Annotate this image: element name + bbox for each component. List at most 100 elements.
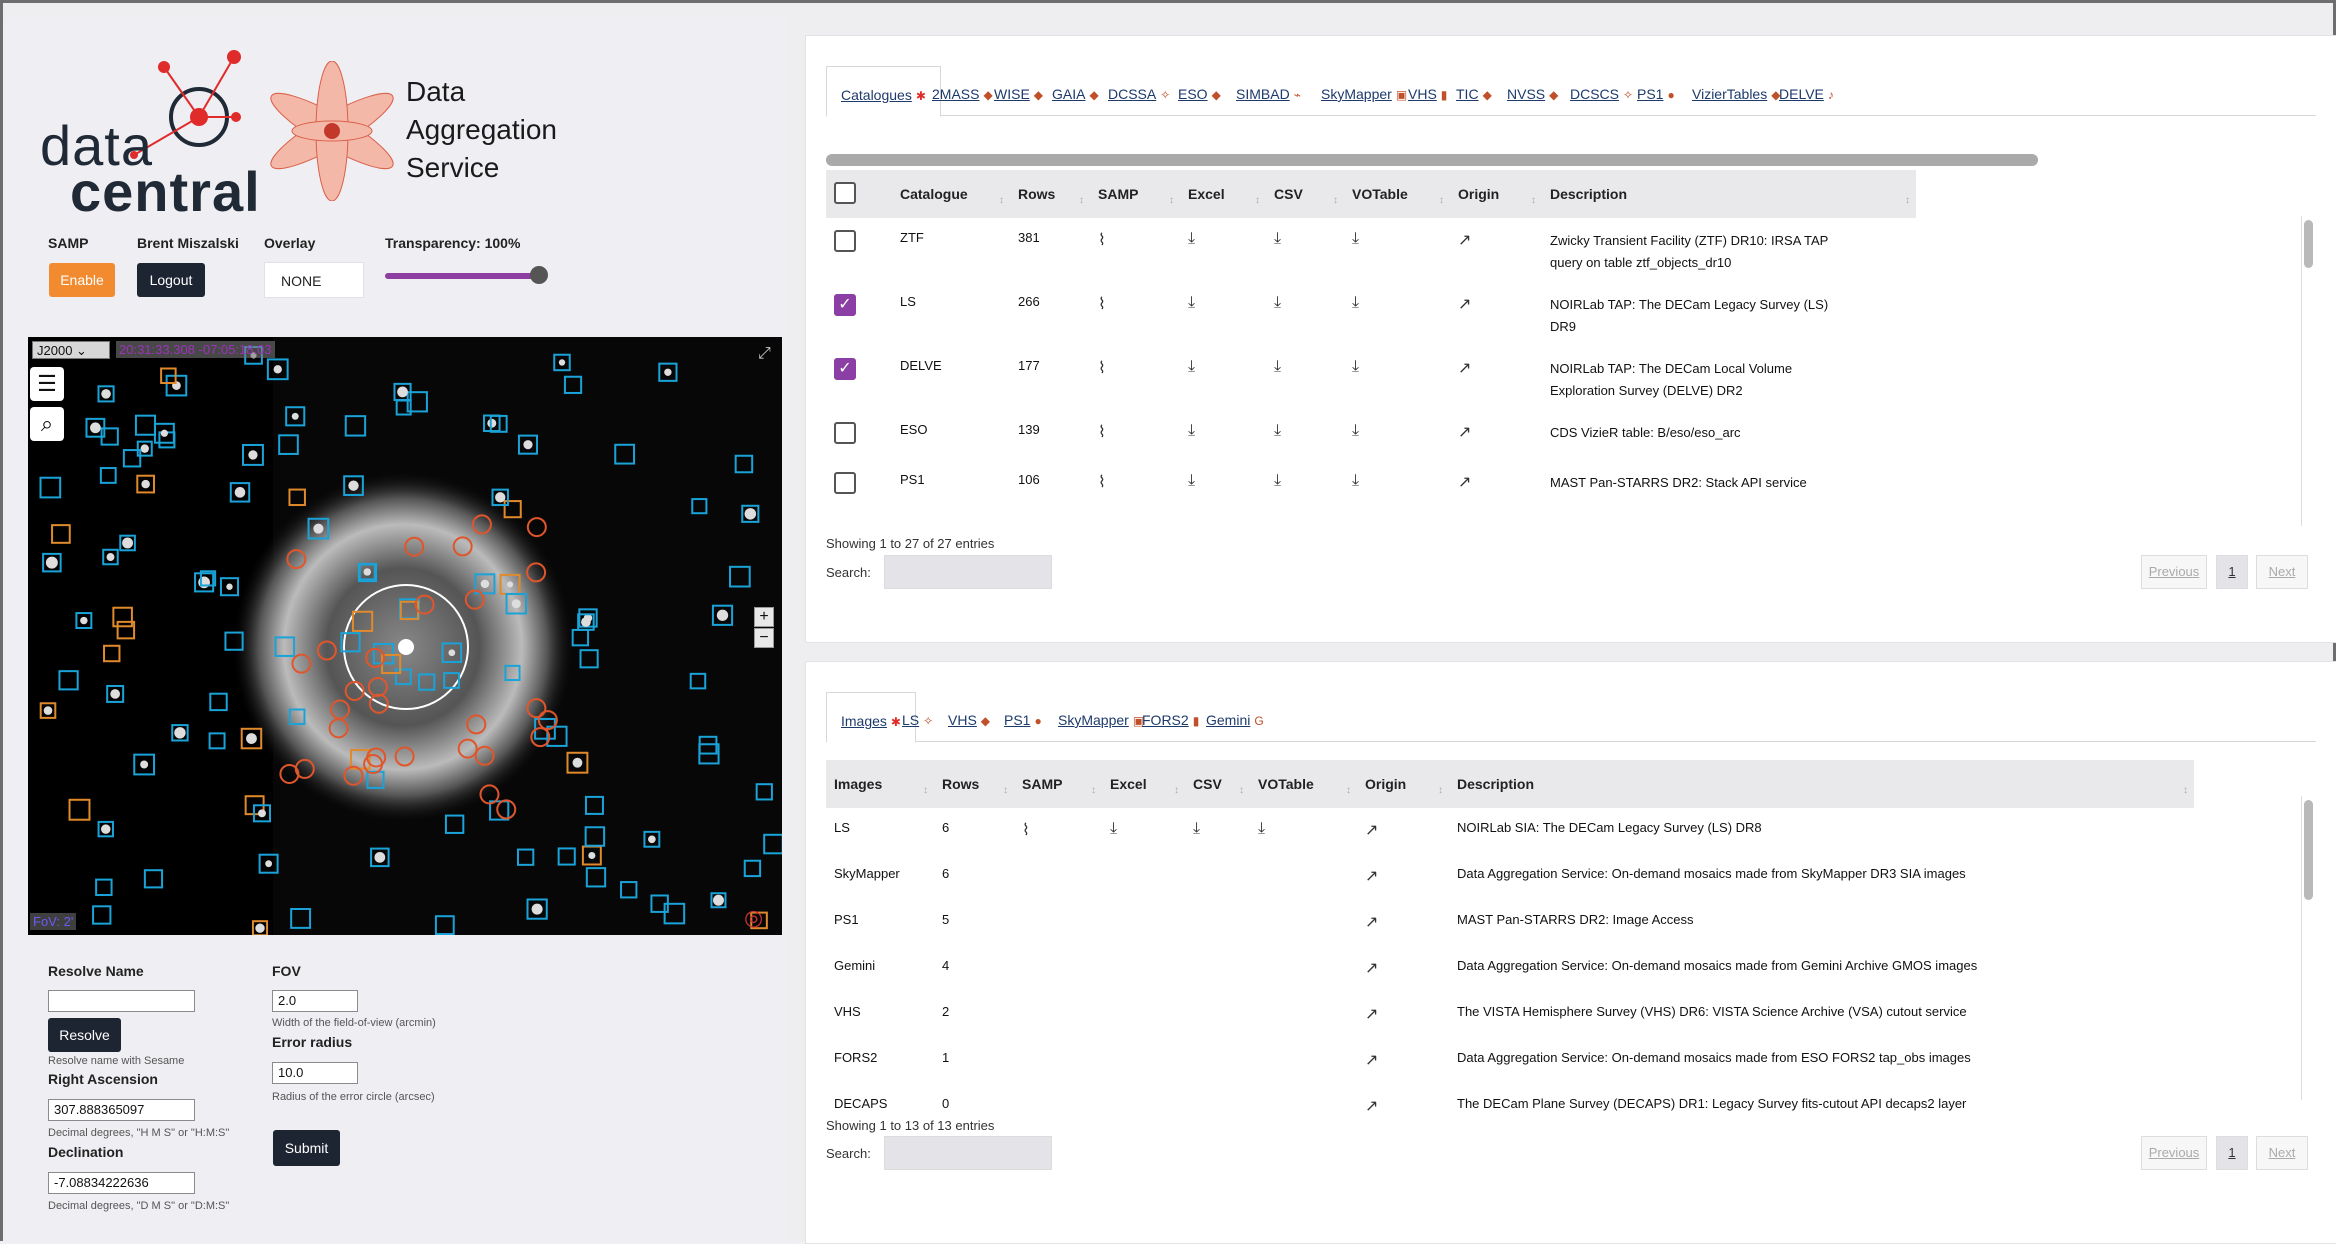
table-row[interactable]: PS1 5 ↗ MAST Pan-STARRS DR2: Image Access (826, 900, 2194, 946)
sky-viewer[interactable]: J2000 ⌄ 20:31:33.308 -07:05:18.03 ☰ ⌕ ⤢ … (28, 337, 782, 935)
csv-download-icon[interactable]: ⤓ (1274, 294, 1281, 312)
tab-ps1[interactable]: PS1 ● (1004, 712, 1042, 728)
table-row[interactable]: FORS2 1 ↗ Data Aggregation Service: On-dema… (826, 1038, 2194, 1084)
table-row[interactable]: LS 6 ⌇ ⤓ ⤓ ⤓ ↗ NOIRLab SIA: The DECam Legacy Su… (826, 808, 2194, 854)
samp-broadcast-icon[interactable]: ⌇ (1098, 230, 1106, 250)
vertical-scrollbar[interactable] (2301, 216, 2313, 526)
col-catalogue[interactable]: Catalogue ↕ (892, 170, 1010, 218)
samp-broadcast-icon[interactable]: ⌇ (1098, 294, 1106, 314)
submit-button[interactable]: Submit (273, 1130, 340, 1166)
tab-skymapper[interactable]: SkyMapper ▣ (1321, 86, 1407, 102)
excel-download-icon[interactable]: ⤓ (1110, 820, 1117, 838)
page-1-button[interactable]: 1 (2216, 555, 2248, 589)
overlay-select[interactable]: NONE (264, 262, 364, 298)
excel-download-icon[interactable]: ⤓ (1188, 422, 1195, 440)
dec-input[interactable]: -7.08834222636 (48, 1172, 195, 1194)
table-row[interactable]: ✓ DELVE 177 ⌇ ⤓ ⤓ ⤓ ↗ NOIRLab TAP: The DECam Loc… (826, 346, 1916, 410)
ra-input[interactable]: 307.888365097 (48, 1099, 195, 1121)
samp-broadcast-icon[interactable]: ⌇ (1098, 358, 1106, 378)
table-row[interactable]: SkyMapper 6 ↗ Data Aggregation Service: On-… (826, 854, 2194, 900)
coord-frame-select[interactable]: J2000 ⌄ (32, 341, 110, 359)
samp-broadcast-icon[interactable]: ⌇ (1098, 472, 1106, 492)
csv-download-icon[interactable]: ⤓ (1274, 472, 1281, 490)
tab-viziertables[interactable]: VizierTables ◆ (1692, 86, 1780, 102)
external-link-icon[interactable]: ↗ (1458, 230, 1471, 250)
col-description[interactable]: Description ↕ (1449, 760, 2194, 808)
layers-icon[interactable]: ☰ (30, 367, 64, 401)
votable-download-icon[interactable]: ⤓ (1258, 820, 1265, 838)
votable-download-icon[interactable]: ⤓ (1352, 230, 1359, 248)
table-row[interactable]: ESO 139 ⌇ ⤓ ⤓ ⤓ ↗ CDS VizieR table: B/eso/eso_a… (826, 410, 1916, 460)
col-origin[interactable]: Origin ↕ (1357, 760, 1449, 808)
col-excel[interactable]: Excel ↕ (1180, 170, 1266, 218)
fullscreen-icon[interactable]: ⤢ (758, 345, 771, 363)
zoom-out-button[interactable]: − (754, 628, 774, 648)
tab-eso[interactable]: ESO ◆ (1178, 86, 1221, 102)
tab-dcscs[interactable]: DCSCS ✧ (1570, 86, 1633, 102)
table-row[interactable]: DECAPS 0 ↗ The DECam Plane Survey (DECAPS) … (826, 1084, 2194, 1130)
tab-nvss[interactable]: NVSS ◆ (1507, 86, 1558, 102)
sky-image[interactable] (28, 337, 782, 935)
csv-download-icon[interactable]: ⤓ (1274, 230, 1281, 248)
scrollbar-thumb[interactable] (2304, 220, 2313, 268)
col-csv[interactable]: CSV ↕ (1185, 760, 1250, 808)
csv-download-icon[interactable]: ⤓ (1193, 820, 1200, 838)
col-description[interactable]: Description ↕ (1542, 170, 1916, 218)
fov-input[interactable]: 2.0 (272, 990, 358, 1012)
votable-download-icon[interactable]: ⤓ (1352, 472, 1359, 490)
table-row[interactable]: Gemini 4 ↗ Data Aggregation Service: On-dem… (826, 946, 2194, 992)
col-csv[interactable]: CSV ↕ (1266, 170, 1344, 218)
tab-catalogues[interactable]: Catalogues ✱ (826, 66, 941, 117)
tab-fors2[interactable]: FORS2 ▮ (1142, 712, 1199, 728)
col-origin[interactable]: Origin ↕ (1450, 170, 1542, 218)
tab-2mass[interactable]: 2MASS ◆ (932, 86, 993, 102)
tab-simbad[interactable]: SIMBAD ⌁ (1236, 86, 1301, 102)
next-button[interactable]: Next (2256, 1136, 2308, 1170)
table-row[interactable]: ✓ LS 266 ⌇ ⤓ ⤓ ⤓ ↗ NOIRLab TAP: The DECam Legacy… (826, 282, 1916, 346)
tab-wise[interactable]: WISE ◆ (994, 86, 1043, 102)
table-row[interactable]: ZTF 381 ⌇ ⤓ ⤓ ⤓ ↗ Zwicky Transient Facility (ZT… (826, 218, 1916, 282)
row-checkbox[interactable] (834, 472, 856, 494)
excel-download-icon[interactable]: ⤓ (1188, 358, 1195, 376)
row-checkbox[interactable]: ✓ (834, 294, 856, 316)
col-rows[interactable]: Rows ↕ (934, 760, 1014, 808)
previous-button[interactable]: Previous (2141, 555, 2207, 589)
samp-broadcast-icon[interactable]: ⌇ (1022, 820, 1030, 840)
samp-broadcast-icon[interactable]: ⌇ (1098, 422, 1106, 442)
tab-ls[interactable]: LS ✧ (902, 712, 933, 728)
col-excel[interactable]: Excel ↕ (1102, 760, 1185, 808)
tab-skymapper[interactable]: SkyMapper ▣ (1058, 712, 1144, 728)
tab-ps1[interactable]: PS1 ● (1637, 86, 1675, 102)
excel-download-icon[interactable]: ⤓ (1188, 230, 1195, 248)
search-icon[interactable]: ⌕ (30, 407, 64, 441)
row-checkbox[interactable] (834, 230, 856, 252)
external-link-icon[interactable]: ↗ (1365, 912, 1378, 932)
scrollbar-thumb[interactable] (2304, 800, 2313, 900)
row-checkbox[interactable] (834, 422, 856, 444)
external-link-icon[interactable]: ↗ (1458, 472, 1471, 492)
search-input[interactable] (884, 1136, 1052, 1170)
tab-vhs[interactable]: VHS ▮ (1408, 86, 1447, 102)
external-link-icon[interactable]: ↗ (1365, 1096, 1378, 1116)
vertical-scrollbar[interactable] (2301, 796, 2313, 1100)
samp-enable-button[interactable]: Enable (49, 263, 115, 297)
transparency-slider-handle[interactable] (530, 266, 548, 284)
excel-download-icon[interactable]: ⤓ (1188, 472, 1195, 490)
select-all-header[interactable] (826, 170, 892, 218)
col-rows[interactable]: Rows ↕ (1010, 170, 1090, 218)
resolve-button[interactable]: Resolve (48, 1018, 121, 1052)
search-input[interactable] (884, 555, 1052, 589)
tab-vhs[interactable]: VHS ◆ (948, 712, 990, 728)
external-link-icon[interactable]: ↗ (1365, 820, 1378, 840)
table-row[interactable]: PS1 106 ⌇ ⤓ ⤓ ⤓ ↗ MAST Pan-STARRS DR2: Stack AP… (826, 460, 1916, 510)
tab-tic[interactable]: TIC ◆ (1456, 86, 1492, 102)
excel-download-icon[interactable]: ⤓ (1188, 294, 1195, 312)
tab-delve[interactable]: DELVE ♪ (1779, 86, 1834, 102)
external-link-icon[interactable]: ↗ (1365, 958, 1378, 978)
horizontal-scrollbar[interactable] (826, 154, 2038, 166)
col-samp[interactable]: SAMP ↕ (1014, 760, 1102, 808)
col-votable[interactable]: VOTable ↕ (1344, 170, 1450, 218)
transparency-slider[interactable] (385, 273, 540, 279)
previous-button[interactable]: Previous (2141, 1136, 2207, 1170)
csv-download-icon[interactable]: ⤓ (1274, 422, 1281, 440)
